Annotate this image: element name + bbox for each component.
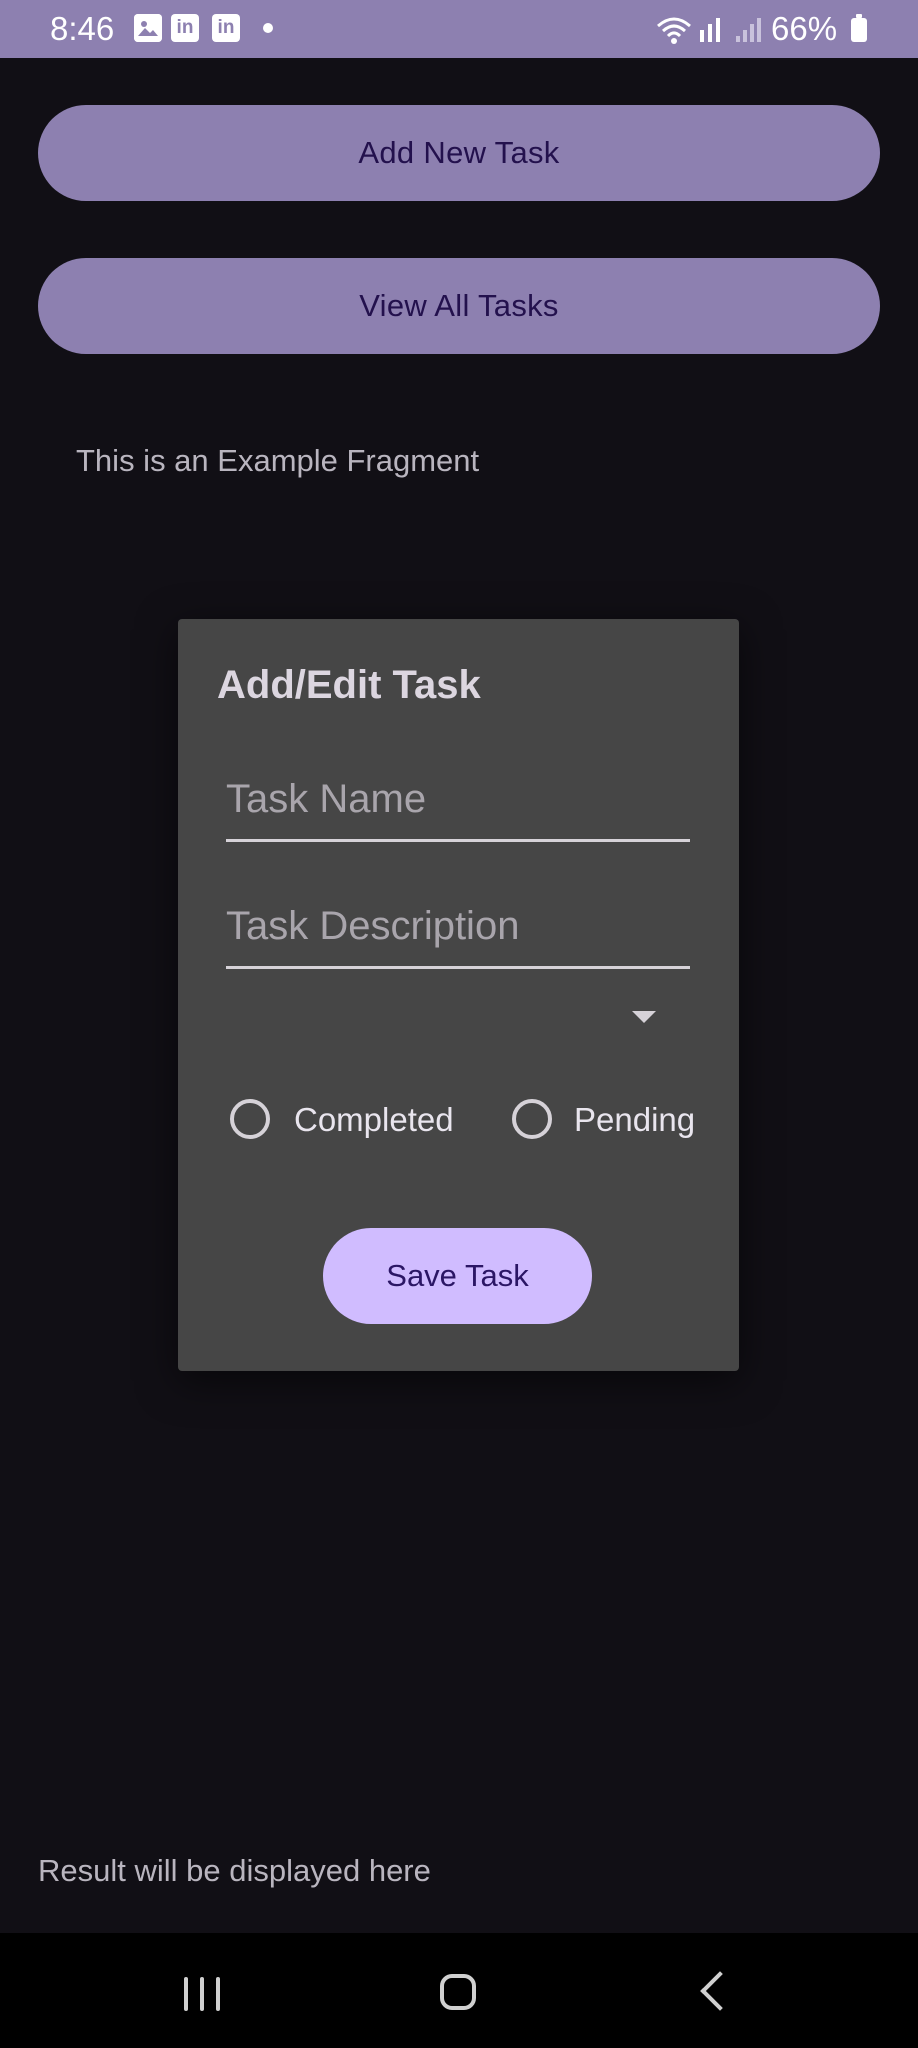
radio-pending-circle[interactable] — [512, 1099, 552, 1139]
recents-icon[interactable] — [184, 1977, 220, 2011]
linkedin-icon: in — [212, 14, 240, 42]
notification-dot-icon — [263, 23, 273, 33]
volte-signal-icon — [700, 18, 720, 42]
gallery-icon — [134, 14, 162, 42]
dropdown-arrow-icon[interactable] — [632, 1011, 656, 1023]
radio-pending-label[interactable]: Pending — [574, 1101, 695, 1139]
battery-icon — [851, 14, 867, 42]
dialog-title: Add/Edit Task — [217, 663, 481, 707]
home-icon[interactable] — [440, 1974, 476, 2010]
navigation-bar — [0, 1933, 918, 2048]
status-time: 8:46 — [50, 10, 115, 47]
view-all-tasks-button[interactable]: View All Tasks — [38, 258, 880, 354]
battery-percent: 66% — [771, 10, 838, 47]
task-description-input[interactable]: Task Description — [226, 896, 690, 969]
add-new-task-button[interactable]: Add New Task — [38, 105, 880, 201]
status-bar: 8:46 in in 66% — [0, 0, 918, 58]
cell-signal-icon — [736, 18, 761, 42]
fragment-text: This is an Example Fragment — [76, 443, 480, 478]
save-task-button[interactable]: Save Task — [323, 1228, 592, 1324]
back-icon[interactable] — [700, 1971, 740, 2011]
radio-completed-circle[interactable] — [230, 1099, 270, 1139]
wifi-icon — [657, 17, 691, 44]
task-name-input[interactable]: Task Name — [226, 769, 690, 842]
add-edit-task-dialog: Add/Edit Task Task Name Task Description… — [178, 619, 739, 1371]
task-description-placeholder: Task Description — [226, 904, 520, 948]
linkedin-icon: in — [171, 14, 199, 42]
radio-completed-label[interactable]: Completed — [294, 1101, 454, 1139]
status-spinner[interactable] — [226, 979, 690, 1059]
result-text: Result will be displayed here — [38, 1853, 431, 1888]
task-name-placeholder: Task Name — [226, 777, 427, 821]
